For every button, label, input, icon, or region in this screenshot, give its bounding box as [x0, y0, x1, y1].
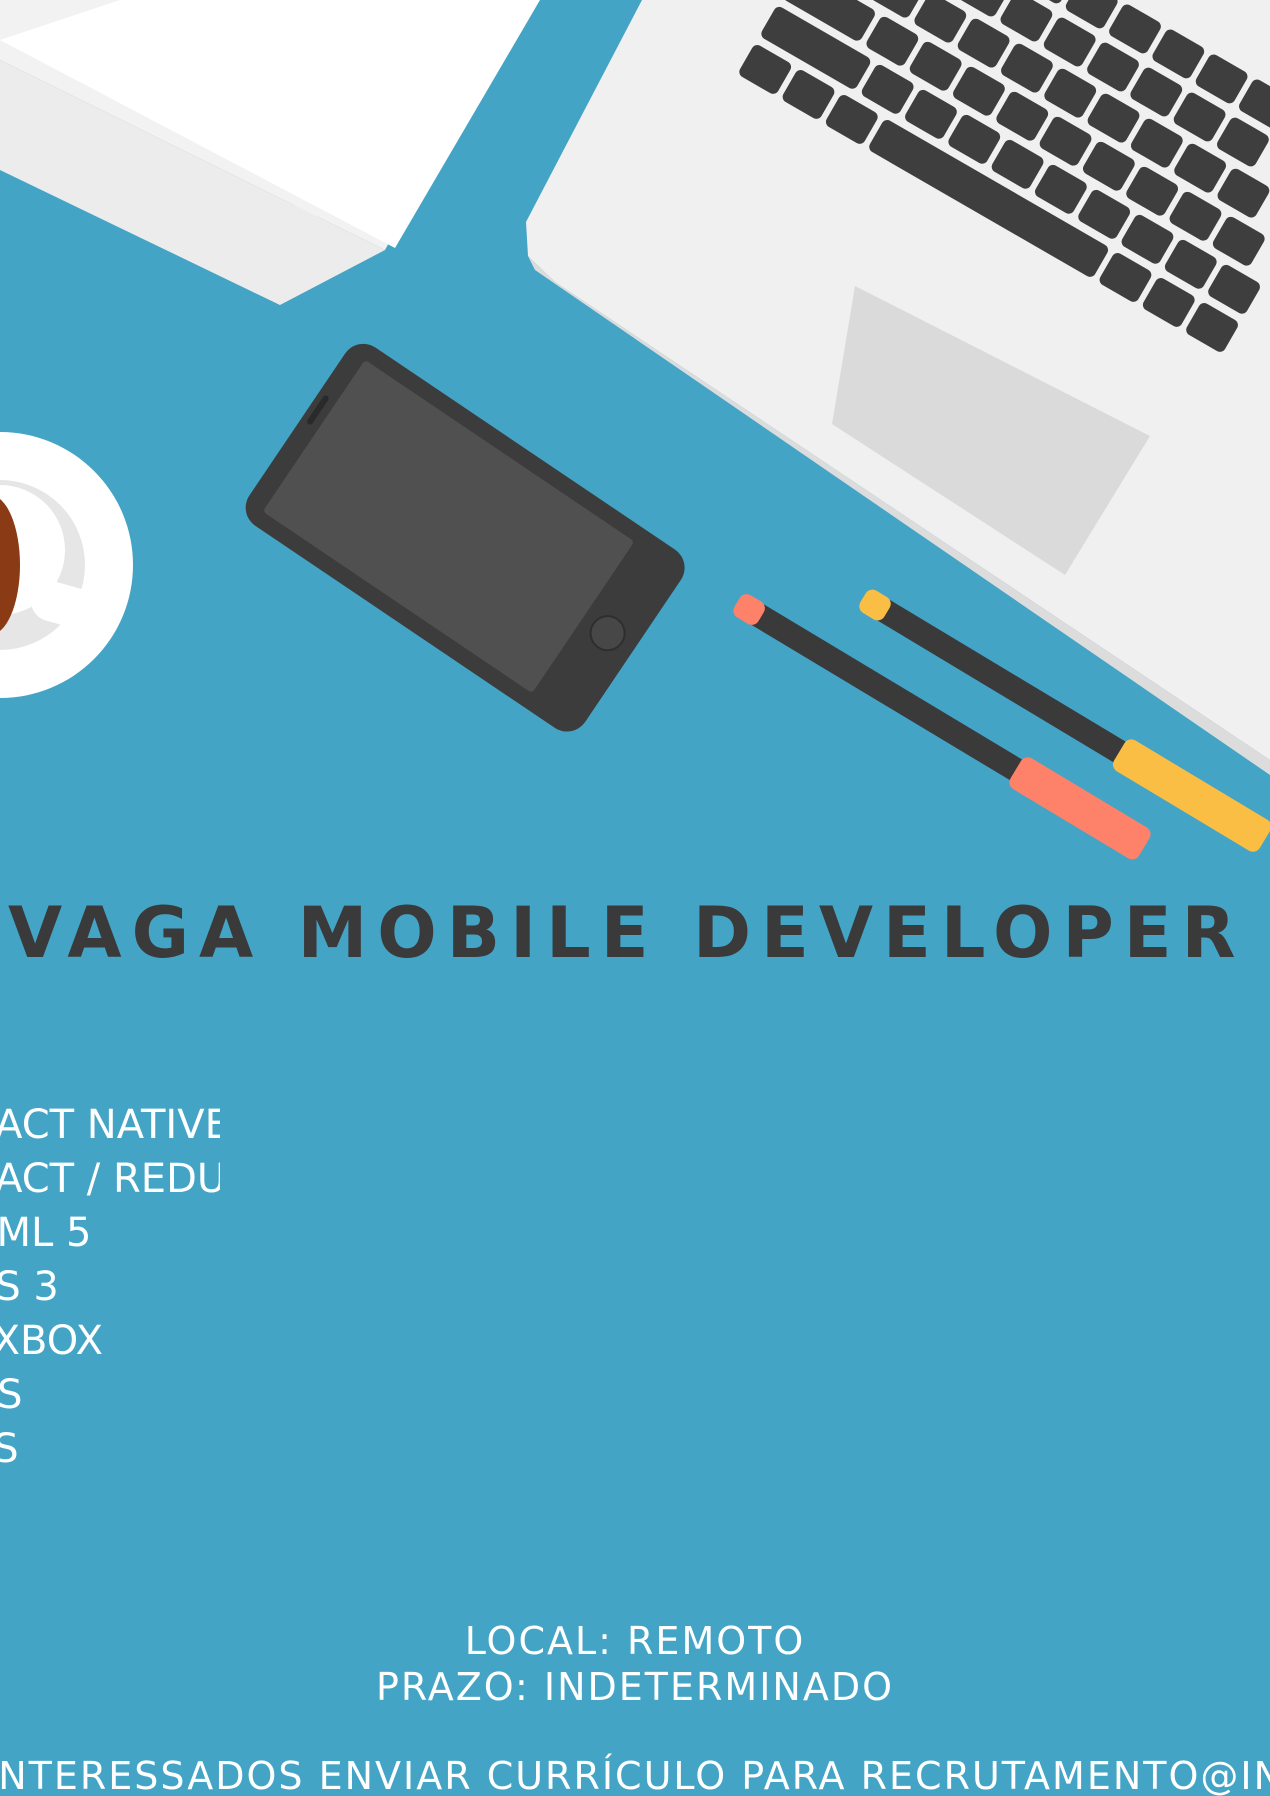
- laptop-icon: [526, 0, 1270, 775]
- requirement-item: CSS 3: [0, 1264, 59, 1310]
- requirement-item: JS ES: [0, 1372, 23, 1418]
- job-local: LOCAL: REMOTO: [464, 1619, 806, 1663]
- coffee-cup-icon: [0, 432, 133, 698]
- paper-sheets-icon: [0, 0, 540, 305]
- requirement-item: FLEXBOX: [0, 1318, 104, 1364]
- job-prazo: PRAZO: INDETERMINADO: [375, 1665, 895, 1709]
- requirement-item: HTML 5: [0, 1210, 92, 1256]
- application-instructions: INTERESSADOS ENVIAR CURRÍCULO PARA RECRU…: [0, 1754, 1270, 1796]
- job-poster: VAGA MOBILE DEVELOPER REACT NATIVE REACT…: [0, 0, 1270, 1796]
- requirement-item: APIS: [0, 1426, 19, 1472]
- requirement-item: REACT NATIVE: [0, 1102, 220, 1148]
- job-title: VAGA MOBILE DEVELOPER: [8, 892, 1246, 974]
- requirements-list: REACT NATIVE REACT / REDUX HTML 5 CSS 3 …: [0, 1098, 220, 1476]
- smartphone-icon: [245, 343, 685, 732]
- requirement-item: REACT / REDUX: [0, 1156, 220, 1202]
